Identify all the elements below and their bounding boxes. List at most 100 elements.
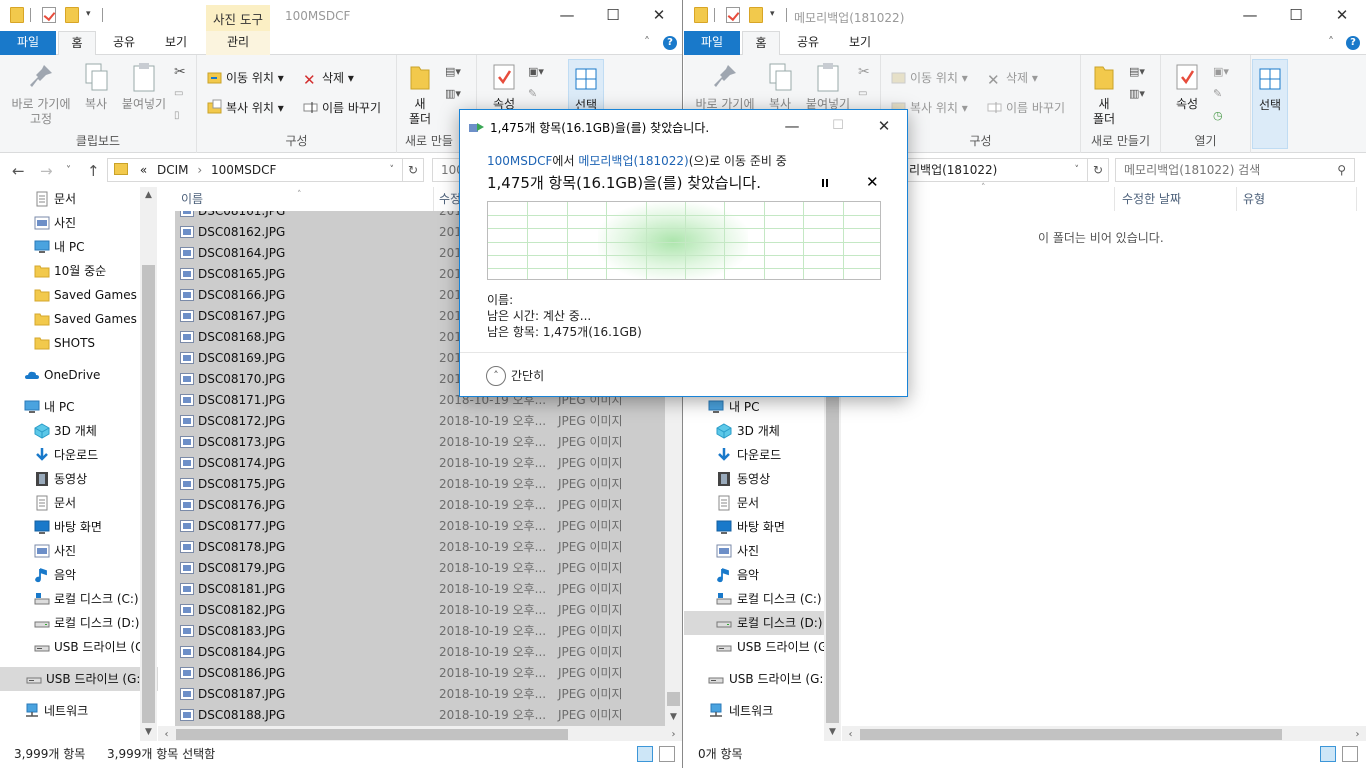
nav-scroll-thumb[interactable] xyxy=(142,265,155,723)
minimize-button[interactable]: — xyxy=(769,115,815,137)
address-field[interactable]: « DCIM › 100MSDCF ˅ xyxy=(107,158,403,182)
new-item-icon[interactable]: ▤▾ xyxy=(1129,61,1145,83)
table-row[interactable]: DSC08187.JPG 2018-10-19 오후... JPEG 이미지 xyxy=(175,684,665,705)
tab-home[interactable]: 홈 xyxy=(742,31,780,56)
table-row[interactable]: DSC08184.JPG 2018-10-19 오후... JPEG 이미지 xyxy=(175,642,665,663)
horizontal-scroll-thumb[interactable] xyxy=(860,729,1282,740)
breadcrumb-current[interactable]: 리백업(181022) xyxy=(909,159,997,181)
properties-quick-icon[interactable] xyxy=(42,7,56,23)
nav-item-1[interactable]: 3D 개체 xyxy=(684,419,824,443)
tab-view[interactable]: 보기 xyxy=(152,31,200,55)
nav-item-19[interactable]: USB 드라이브 (G:) xyxy=(0,667,158,691)
nav-item-0[interactable]: 문서📌 xyxy=(0,187,158,211)
destination-folder-link[interactable]: 메모리백업(181022) xyxy=(578,154,688,168)
new-folder-button[interactable]: 새 폴더 xyxy=(403,61,437,127)
scroll-down-icon[interactable]: ▼ xyxy=(824,724,841,741)
table-row[interactable]: DSC08172.JPG 2018-10-19 오후... JPEG 이미지 xyxy=(175,411,665,432)
table-row[interactable]: DSC08186.JPG 2018-10-19 오후... JPEG 이미지 xyxy=(175,663,665,684)
nav-item-0[interactable]: 내 PC xyxy=(684,395,824,419)
easy-access-icon[interactable]: ▥▾ xyxy=(1129,83,1145,105)
nav-scroll-thumb[interactable] xyxy=(826,387,839,723)
close-button[interactable]: ✕ xyxy=(637,4,681,28)
address-dropdown-icon[interactable]: ˅ xyxy=(390,159,395,181)
paste-button[interactable]: 붙여넣기 xyxy=(118,61,170,112)
close-button[interactable]: ✕ xyxy=(1320,4,1364,28)
chevron-up-icon[interactable]: ˄ xyxy=(486,366,506,386)
column-type[interactable]: 유형 xyxy=(1237,187,1347,211)
nav-item-9[interactable]: 3D 개체 xyxy=(0,419,158,443)
table-row[interactable]: DSC08174.JPG 2018-10-19 오후... JPEG 이미지 xyxy=(175,453,665,474)
new-item-icon[interactable]: ▤▾ xyxy=(445,61,461,83)
cut-icon[interactable]: ✂ xyxy=(858,61,870,83)
customize-toolbar-icon[interactable]: ▾ xyxy=(770,9,775,19)
breadcrumb-100msdcf[interactable]: 100MSDCF xyxy=(211,163,276,177)
select-button[interactable]: 선택 xyxy=(1252,59,1288,149)
paste-shortcut-icon[interactable]: ▯ xyxy=(174,105,180,127)
customize-toolbar-icon[interactable]: ▾ xyxy=(86,9,91,19)
table-row[interactable]: DSC08182.JPG 2018-10-19 오후... JPEG 이미지 xyxy=(175,600,665,621)
table-row[interactable]: DSC08179.JPG 2018-10-19 오후... JPEG 이미지 xyxy=(175,558,665,579)
history-icon[interactable]: ◷ xyxy=(1213,105,1223,127)
scroll-up-icon[interactable]: ▲ xyxy=(140,187,157,204)
paste-button[interactable]: 붙여넣기 xyxy=(802,61,854,112)
tab-manage[interactable]: 관리 xyxy=(206,31,270,55)
cancel-icon[interactable]: ✕ xyxy=(866,173,879,191)
nav-item-18[interactable]: USB 드라이브 (G:) xyxy=(0,635,158,659)
tab-share[interactable]: 공유 xyxy=(786,31,830,55)
open-icon[interactable]: ▣▾ xyxy=(1213,61,1229,83)
breadcrumb-dcim[interactable]: DCIM xyxy=(157,163,189,177)
new-folder-quick-icon[interactable] xyxy=(65,7,79,23)
edit-icon[interactable]: ✎ xyxy=(528,83,537,105)
new-folder-quick-icon[interactable] xyxy=(749,7,763,23)
refresh-icon[interactable]: ↻ xyxy=(402,158,424,182)
copy-to-button[interactable]: 복사 위치 ▾ xyxy=(207,97,284,119)
nav-item-8[interactable]: 로컬 디스크 (C:) xyxy=(684,587,824,611)
properties-quick-icon[interactable] xyxy=(726,7,740,23)
move-to-button[interactable]: 이동 위치 ▾ xyxy=(207,67,284,89)
scroll-down-icon[interactable]: ▼ xyxy=(665,709,682,726)
large-icons-view-icon[interactable] xyxy=(1342,746,1358,762)
copy-button[interactable]: 복사 xyxy=(762,61,798,112)
nav-item-7[interactable]: 음악 xyxy=(684,563,824,587)
maximize-button[interactable]: ☐ xyxy=(1274,4,1318,28)
nav-item-12[interactable]: 문서 xyxy=(0,491,158,515)
collapse-ribbon-icon[interactable]: ˄ xyxy=(1324,31,1338,55)
maximize-button[interactable]: ☐ xyxy=(591,4,635,28)
nav-item-5[interactable]: 바탕 화면 xyxy=(684,515,824,539)
nav-item-8[interactable]: 내 PC xyxy=(0,395,158,419)
search-input[interactable]: 메모리백업(181022) 검색 ⚲ xyxy=(1115,158,1355,182)
edit-icon[interactable]: ✎ xyxy=(1213,83,1222,105)
address-dropdown-icon[interactable]: ˅ xyxy=(1075,159,1080,181)
nav-item-7[interactable]: OneDrive xyxy=(0,363,158,387)
delete-button[interactable]: ✕ 삭제 ▾ xyxy=(303,67,354,89)
title-bar[interactable]: ▾ 사진 도구 100MSDCF — ☐ ✕ xyxy=(0,0,682,31)
nav-item-4[interactable]: Saved Games xyxy=(0,283,158,307)
table-row[interactable]: DSC08181.JPG 2018-10-19 오후... JPEG 이미지 xyxy=(175,579,665,600)
table-row[interactable]: DSC08177.JPG 2018-10-19 오후... JPEG 이미지 xyxy=(175,516,665,537)
pause-icon[interactable] xyxy=(818,176,832,190)
nav-item-3[interactable]: 10월 중순 xyxy=(0,259,158,283)
nav-item-6[interactable]: SHOTS xyxy=(0,331,158,355)
nav-item-17[interactable]: 로컬 디스크 (D:) xyxy=(0,611,158,635)
properties-button[interactable]: 속성 xyxy=(1169,61,1205,112)
nav-item-2[interactable]: 다운로드 xyxy=(684,443,824,467)
nav-item-16[interactable]: 로컬 디스크 (C:) xyxy=(0,587,158,611)
minimize-button[interactable]: — xyxy=(1228,4,1272,28)
file-scroll-thumb[interactable] xyxy=(667,692,680,706)
copy-path-icon[interactable]: ▭ xyxy=(174,83,183,105)
table-row[interactable]: DSC08188.JPG 2018-10-19 오후... JPEG 이미지 xyxy=(175,705,665,726)
nav-item-1[interactable]: 사진📌 xyxy=(0,211,158,235)
open-icon[interactable]: ▣▾ xyxy=(528,61,544,83)
column-date[interactable]: 수정한 날짜 xyxy=(1116,187,1236,211)
tab-file[interactable]: 파일 xyxy=(684,31,740,55)
title-bar[interactable]: ▾ 메모리백업(181022) — ☐ ✕ xyxy=(684,0,1366,31)
tab-file[interactable]: 파일 xyxy=(0,31,56,55)
fewer-details-button[interactable]: 간단히 xyxy=(511,367,544,384)
nav-item-13[interactable]: 바탕 화면 xyxy=(0,515,158,539)
nav-item-14[interactable]: 사진 xyxy=(0,539,158,563)
cut-icon[interactable]: ✂ xyxy=(174,61,186,83)
help-icon[interactable]: ? xyxy=(663,36,677,50)
close-button[interactable]: ✕ xyxy=(861,115,907,137)
table-row[interactable]: DSC08175.JPG 2018-10-19 오후... JPEG 이미지 xyxy=(175,474,665,495)
nav-item-12[interactable]: 네트워크 xyxy=(684,699,824,723)
